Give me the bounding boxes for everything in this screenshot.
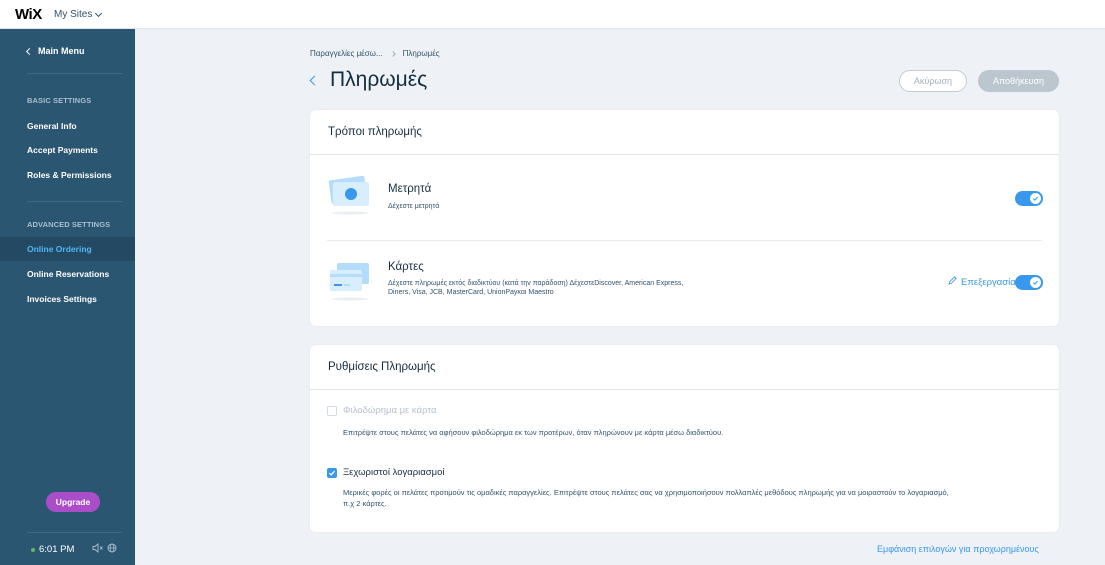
pencil-icon [948,276,957,288]
advanced-settings-heading: ADVANCED SETTINGS [27,220,111,229]
tip-checkbox[interactable] [327,406,337,416]
breadcrumb-item-payments: Πληρωμές [402,49,440,58]
back-arrow-icon[interactable] [309,75,320,85]
toggle-knob [1030,193,1041,204]
cards-title: Κάρτες [388,261,424,273]
sidebar-item-label: Online Reservations [27,269,110,279]
upgrade-button[interactable]: Upgrade [46,492,100,512]
clock-time: 6:01 PM [39,544,75,555]
payment-settings-title: Ρυθμίσεις Πληρωμής [310,345,1059,390]
sidebar-item-invoices-settings[interactable]: Invoices Settings [0,287,135,311]
breadcrumb-item-online-ordering[interactable]: Παραγγελίες μέσω... [310,49,383,58]
split-checks-checkbox[interactable] [327,468,337,478]
cards-description-line-1: Δέχεστε πληρωμές εκτός διαδικτύου (κατά … [388,280,684,287]
check-icon [1032,280,1039,285]
cash-title: Μετρητά [388,183,432,195]
cash-icon [327,173,373,222]
sidebar-item-label: Invoices Settings [27,294,97,304]
cash-payment-row: Μετρητά Δέχεστε μετρητά [310,155,1059,241]
cards-description-line-2: Diners, Visa, JCB, MasterCard, UnionPayκ… [388,289,554,296]
payment-methods-card: Τρόποι πληρωμής Μετρητά Δέχεστε μετρητά [310,110,1059,326]
edit-label: Επεξεργασία [961,276,1016,288]
speaker-icon[interactable] [92,543,103,556]
chevron-left-icon [25,47,34,55]
sidebar-item-roles-permissions[interactable]: Roles & Permissions [0,163,135,187]
cancel-button[interactable]: Ακύρωση [899,70,967,92]
cash-description: Δέχεστε μετρητά [388,203,440,210]
wix-logo[interactable]: WiX [15,6,42,23]
main-menu-back-button[interactable]: Main Menu [25,46,85,56]
sidebar-item-label: Roles & Permissions [27,170,112,180]
my-sites-dropdown[interactable]: My Sites [54,9,103,20]
breadcrumb: Παραγγελίες μέσω... Πληρωμές [310,49,440,58]
basic-settings-heading: BASIC SETTINGS [27,96,92,105]
top-bar: WiX My Sites [0,0,1105,29]
sidebar-item-general-info[interactable]: General Info [0,114,135,138]
sidebar-item-label: Accept Payments [27,145,98,155]
chevron-down-icon [95,9,103,17]
page-title-row: Πληρωμές [308,68,427,92]
sidebar-divider [27,201,122,202]
toggle-knob [1030,277,1041,288]
chevron-right-icon [389,50,396,57]
sidebar: Main Menu BASIC SETTINGS General Info Ac… [0,29,135,565]
split-checks-label: Ξεχωριστοί λογαριασμοί [343,467,445,478]
save-button[interactable]: Αποθήκευση [978,70,1059,92]
cards-payment-row: Κάρτες Δέχεστε πληρωμές εκτός διαδικτύου… [310,241,1059,326]
cards-edit-link[interactable]: Επεξεργασία [948,276,1016,288]
status-icons [92,543,117,556]
sidebar-divider [27,73,122,74]
cash-toggle[interactable] [1015,191,1043,206]
show-advanced-options-link[interactable]: Εμφάνιση επιλογών για προχωρημένους [877,544,1039,554]
main-menu-label: Main Menu [38,46,85,56]
sidebar-item-online-ordering[interactable]: Online Ordering [0,237,135,261]
online-status-dot [31,547,35,552]
payment-settings-card: Ρυθμίσεις Πληρωμής Φιλοδώρημα με κάρτα Ε… [310,345,1059,532]
split-checks-description-line-1: Μερικές φορές οι πελάτες προτιμούν τις ο… [343,488,949,497]
sidebar-item-label: Online Ordering [27,244,92,254]
status-clock: 6:01 PM [31,544,74,555]
sidebar-item-label: General Info [27,121,77,131]
check-icon [329,470,335,476]
cards-toggle[interactable] [1015,275,1043,290]
sidebar-item-accept-payments[interactable]: Accept Payments [0,138,135,162]
tip-label: Φιλοδώρημα με κάρτα [343,405,437,416]
sidebar-divider [27,532,122,533]
my-sites-label: My Sites [54,9,93,20]
split-checks-description-line-2: π.χ 2 κάρτες. [343,499,387,508]
tip-description: Επιτρέψτε στους πελάτες να αφήσουν φιλοδ… [343,428,724,437]
check-icon [1032,196,1039,201]
sidebar-item-online-reservations[interactable]: Online Reservations [0,262,135,286]
payment-methods-title: Τρόποι πληρωμής [310,110,1059,155]
credit-cards-icon [327,259,373,308]
globe-icon[interactable] [107,543,117,556]
page-title: Πληρωμές [330,68,428,91]
